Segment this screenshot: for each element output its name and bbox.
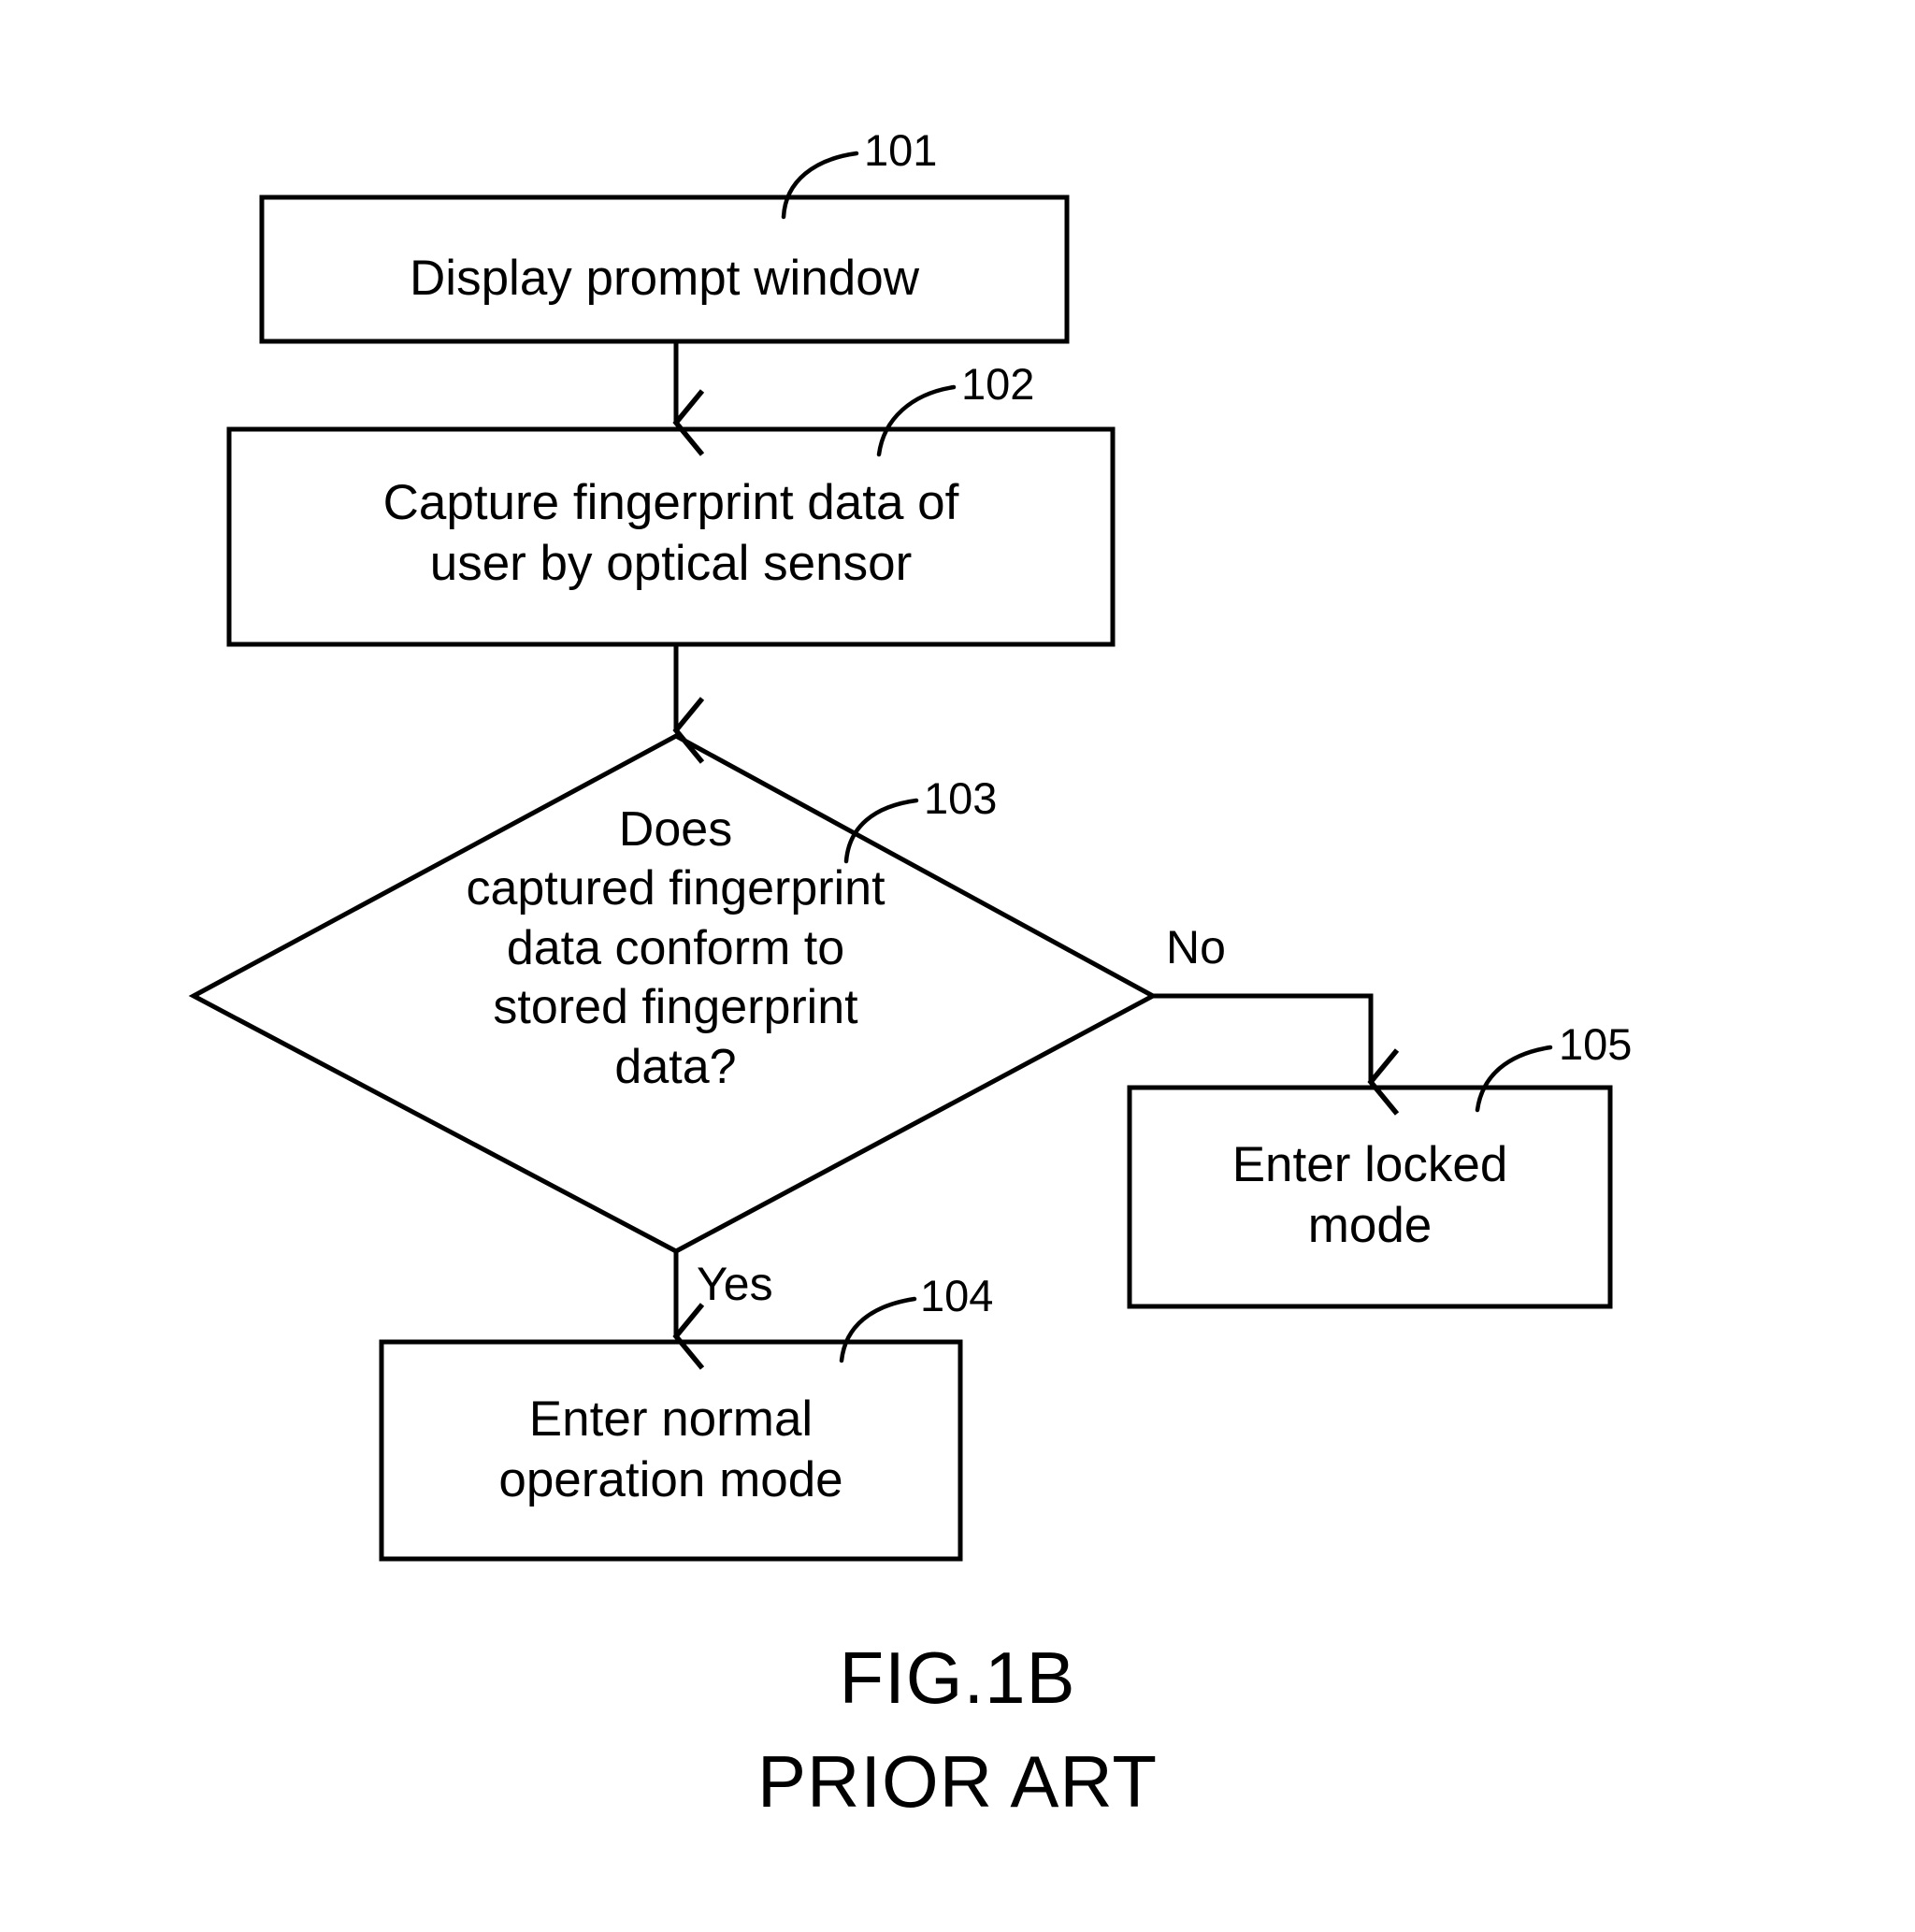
reference-numeral-102: 102: [961, 359, 1035, 409]
reference-numeral-101: 101: [864, 125, 938, 175]
reference-numeral-104: 104: [920, 1271, 994, 1320]
patent-figure-page: Display prompt window Capture fingerprin…: [0, 0, 1915, 1932]
branch-label-yes: Yes: [697, 1258, 773, 1310]
leader-line-101: [781, 151, 859, 220]
reference-numeral-103: 103: [924, 773, 998, 823]
leader-line-104: [839, 1296, 917, 1363]
node-label-101: Display prompt window: [410, 251, 919, 306]
connector-103-to-105-no: [1153, 993, 1371, 1082]
node-label-103: Does captured fingerprint data conform t…: [466, 802, 886, 1094]
branch-label-no: No: [1166, 921, 1226, 973]
leader-line-105: [1475, 1045, 1553, 1113]
figure-caption: FIG.1B: [839, 1636, 1076, 1719]
figure-prior-art-caption: PRIOR ART: [757, 1740, 1158, 1823]
node-label-102: Capture fingerprint data of user by opti…: [382, 475, 959, 591]
reference-numeral-105: 105: [1559, 1019, 1633, 1069]
node-label-105: Enter locked mode: [1231, 1137, 1508, 1253]
node-label-104: Enter normal operation mode: [498, 1391, 843, 1507]
leader-line-102: [876, 384, 957, 457]
